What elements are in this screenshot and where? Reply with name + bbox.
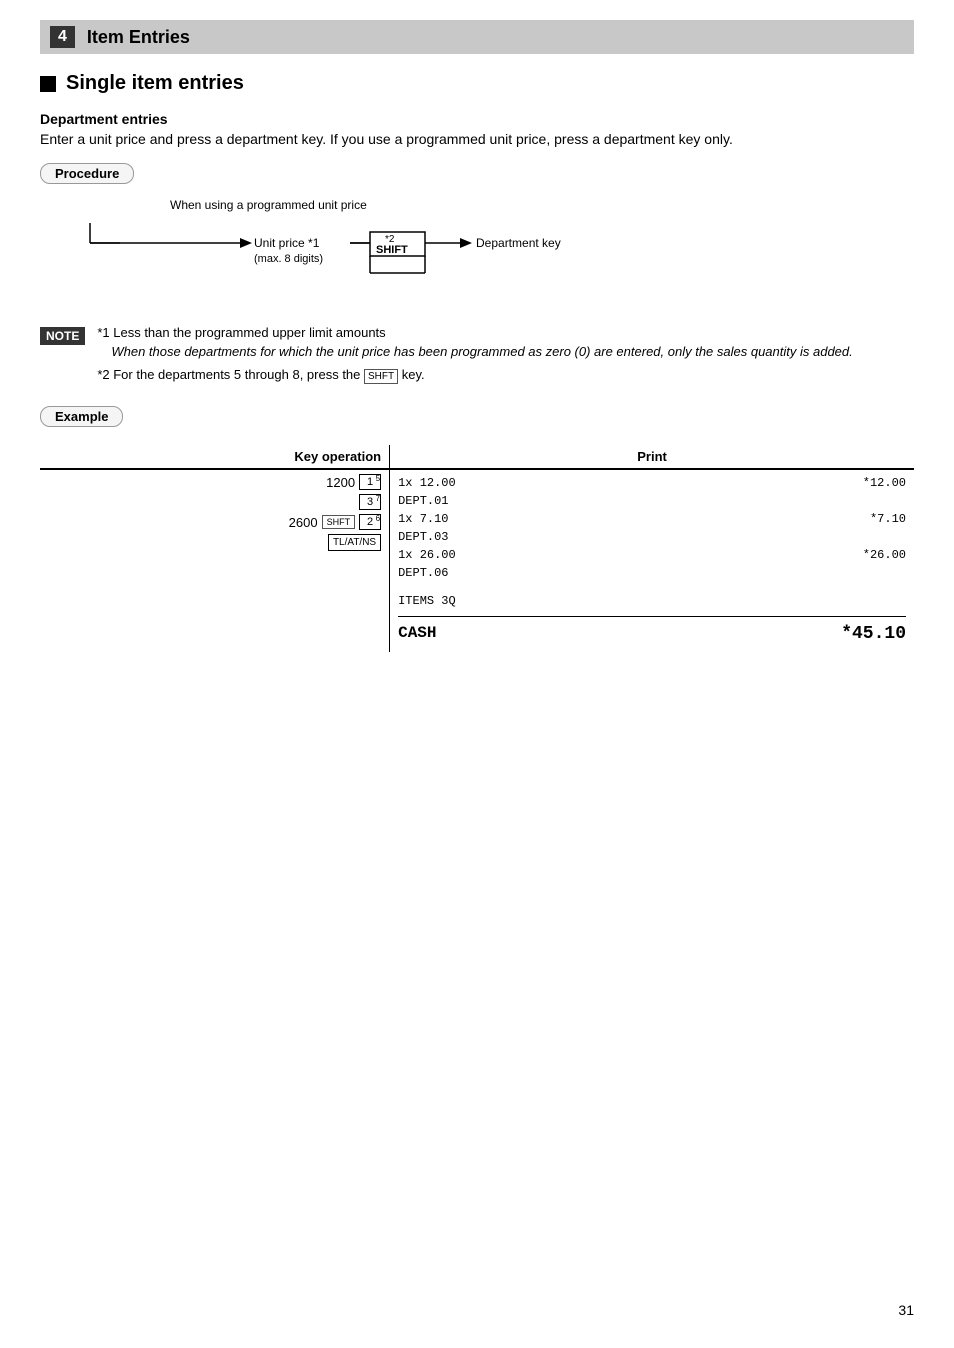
svg-text:Department key: Department key xyxy=(476,236,561,250)
key-op-2: 3 7 xyxy=(48,494,381,510)
key-super-6: 6 xyxy=(376,514,380,523)
svg-text:(max. 8 digits): (max. 8 digits) xyxy=(254,253,323,265)
note-section: NOTE *1 Less than the programmed upper l… xyxy=(40,325,914,386)
note-content: *1 Less than the programmed upper limit … xyxy=(97,325,852,386)
key-box-shft: SHFT xyxy=(322,515,356,529)
key-box-tl: TL/AT/NS xyxy=(328,534,381,551)
note-badge: NOTE xyxy=(40,327,85,345)
sub-heading: Single item entries xyxy=(40,72,914,95)
note-line-2: When those departments for which the uni… xyxy=(111,344,852,359)
section-title: Item Entries xyxy=(87,27,190,48)
print-dept-03: DEPT.03 xyxy=(398,528,906,546)
key-super-7: 7 xyxy=(376,494,380,503)
key-operations-cell: 1200 1 5 3 7 2600 SHFT xyxy=(40,469,390,652)
col-print-header: Print xyxy=(390,445,914,469)
key-op-3: 2600 SHFT 2 6 xyxy=(48,514,381,530)
print-items-row: ITEMS 3Q xyxy=(398,592,906,610)
section-number: 4 xyxy=(50,26,75,48)
black-square-icon xyxy=(40,76,56,92)
note-line-3: *2 For the departments 5 through 8, pres… xyxy=(97,367,852,382)
svg-text:SHIFT: SHIFT xyxy=(376,244,408,256)
dept-entries-section: Department entries Enter a unit price an… xyxy=(40,111,914,147)
table-row: 1200 1 5 3 7 2600 SHFT xyxy=(40,469,914,652)
print-row-2: 1x 7.10 *7.10 xyxy=(398,510,906,528)
dept-entries-title: Department entries xyxy=(40,111,914,127)
key-op-4: TL/AT/NS xyxy=(48,534,381,551)
example-table: Key operation Print 1200 1 5 3 7 xyxy=(40,445,914,652)
key-box-1: 1 5 xyxy=(359,474,381,490)
key-value-2600: 2600 xyxy=(289,515,318,530)
key-op-1: 1200 1 5 xyxy=(48,474,381,490)
key-box-2: 2 6 xyxy=(359,514,381,530)
col-key-header: Key operation xyxy=(40,445,390,469)
key-super-5: 5 xyxy=(376,474,380,483)
flow-svg: Unit price *1 (max. 8 digits) *2 SHIFT D… xyxy=(60,218,660,298)
print-total-row: CASH *45.10 xyxy=(398,616,906,648)
note-line-1: *1 Less than the programmed upper limit … xyxy=(97,325,852,340)
flow-diagram: When using a programmed unit price Unit … xyxy=(60,198,914,301)
print-dept-06: DEPT.06 xyxy=(398,564,906,582)
flow-when-label: When using a programmed unit price xyxy=(170,198,914,212)
procedure-label: Procedure xyxy=(40,163,134,184)
print-row-3: 1x 26.00 *26.00 xyxy=(398,546,906,564)
page-number: 31 xyxy=(898,1302,914,1318)
print-area: 1x 12.00 *12.00 DEPT.01 1x 7.10 *7.10 DE… xyxy=(398,474,906,648)
print-cash-label: CASH xyxy=(398,621,436,648)
svg-text:Unit price *1: Unit price *1 xyxy=(254,236,320,250)
key-value-1200: 1200 xyxy=(326,475,355,490)
print-cell: 1x 12.00 *12.00 DEPT.01 1x 7.10 *7.10 DE… xyxy=(390,469,914,652)
shift-key-inline: SHFT xyxy=(364,369,398,384)
key-box-3: 3 7 xyxy=(359,494,381,510)
print-total-value: *45.10 xyxy=(841,621,906,648)
dept-entries-description: Enter a unit price and press a departmen… xyxy=(40,131,914,147)
example-label: Example xyxy=(40,406,123,427)
section-header: 4 Item Entries xyxy=(40,20,914,54)
print-row-1: 1x 12.00 *12.00 xyxy=(398,474,906,492)
print-dept-01: DEPT.01 xyxy=(398,492,906,510)
